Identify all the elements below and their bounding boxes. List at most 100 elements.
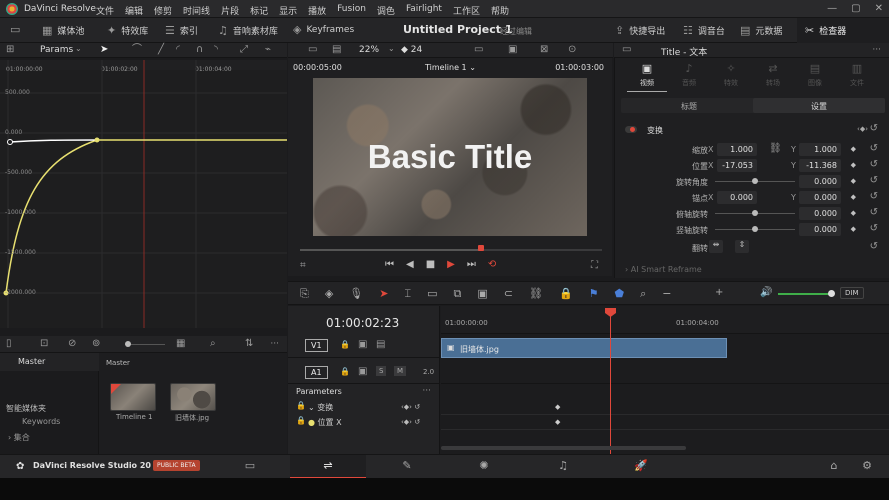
stop-icon[interactable]: ■	[426, 259, 435, 270]
keyframe-icon[interactable]: ◆	[851, 193, 856, 201]
marker-icon[interactable]: ⬟	[615, 287, 625, 301]
rotation-field[interactable]: 0.000	[799, 175, 841, 188]
effects-button[interactable]: ✦ 特效库	[107, 24, 148, 37]
zoom-out-icon[interactable]: −	[662, 287, 671, 301]
param-lane[interactable]: ◆	[441, 415, 889, 430]
maximize-icon[interactable]: ▢	[851, 3, 860, 14]
more-icon[interactable]: ⊙	[568, 45, 576, 55]
menu-item[interactable]: 标记	[250, 4, 268, 17]
search-icon[interactable]: ⌕	[210, 339, 216, 349]
overwrite-icon[interactable]: ▭	[427, 287, 437, 301]
fit-icon[interactable]: ⤢	[240, 45, 248, 55]
reset-icon[interactable]: ↺	[870, 223, 878, 234]
video-clip[interactable]: ▣ 旧墙体.jpg	[441, 338, 727, 358]
fusion-page-icon[interactable]: ✎	[400, 459, 414, 473]
collections-item[interactable]: › 集合	[8, 432, 30, 443]
keyframe-icon[interactable]: ◆	[851, 209, 856, 217]
reset-icon[interactable]: ↺	[870, 143, 878, 154]
mixer-button[interactable]: ☷ 调音台	[683, 24, 725, 37]
pitch-slider[interactable]	[715, 210, 795, 216]
reset-icon[interactable]: ↺	[870, 123, 878, 134]
inspector-tab[interactable]: ⇄ 转场	[753, 62, 793, 92]
options-icon[interactable]: ···	[422, 386, 431, 396]
ease-in-out-icon[interactable]: ∩	[196, 45, 203, 55]
go-to-end-icon[interactable]: ⏭	[467, 259, 476, 270]
zoom-y-field[interactable]: 1.000	[799, 143, 841, 156]
index-button[interactable]: ☰ 索引	[165, 24, 198, 37]
clip-thumbnail[interactable]	[170, 383, 216, 411]
keyframe-icon[interactable]: ◆	[851, 145, 856, 153]
section-toggle[interactable]	[625, 126, 637, 133]
menu-item[interactable]: 显示	[279, 4, 297, 17]
thumb-size-slider[interactable]	[125, 341, 165, 347]
filmstrip-icon[interactable]: ▤	[332, 45, 341, 55]
subtab-title[interactable]: 标题	[681, 101, 697, 112]
minimize-icon[interactable]: —	[827, 3, 837, 14]
param-row[interactable]: 🔒 ⌄ 变换 ‹◆› ↺	[288, 400, 440, 415]
replace-icon[interactable]: ⧉	[453, 287, 461, 301]
inspector-tab[interactable]: ▤ 图像	[795, 62, 835, 92]
keyframe-icon[interactable]: ◆	[851, 225, 856, 233]
reset-icon[interactable]: ↺	[870, 207, 878, 218]
loop-icon[interactable]: ⟲	[488, 259, 496, 270]
pointer-icon[interactable]: ➤	[100, 45, 108, 55]
link-icon[interactable]: ⛓	[769, 144, 782, 154]
timeline-playhead[interactable]	[605, 308, 616, 454]
smart-reframe-section[interactable]: › AI Smart Reframe	[625, 265, 702, 274]
keyframe-nav-icon[interactable]: ‹◆› ↺	[401, 403, 420, 411]
flip-horizontal-icon[interactable]: ⇹	[709, 240, 723, 253]
reset-icon[interactable]: ↺	[870, 241, 878, 252]
auto-select-icon[interactable]: ▣	[358, 367, 367, 377]
ease-icon[interactable]: ◜	[176, 45, 180, 55]
snap-icon[interactable]: ⊂	[504, 287, 513, 301]
keyframe-nav-icon[interactable]: ‹◆›	[857, 125, 868, 133]
timeline-selector[interactable]: Timeline 1 ⌄	[425, 63, 476, 72]
yaw-field[interactable]: 0.000	[799, 223, 841, 236]
settings-icon[interactable]: ⚙	[860, 459, 874, 473]
transform-section[interactable]: 变换 ‹◆› ↺	[615, 122, 889, 138]
volume-slider[interactable]	[778, 290, 835, 297]
keyframe-nav-icon[interactable]: ‹◆› ↺	[401, 418, 420, 426]
home-icon[interactable]: ⌂	[827, 459, 841, 473]
reset-icon[interactable]: ↺	[870, 159, 878, 170]
reset-icon[interactable]: ↺	[870, 191, 878, 202]
menu-item[interactable]: 帮助	[491, 4, 509, 17]
zoom-chevron-icon[interactable]: ⌄	[388, 45, 395, 53]
keywords-item[interactable]: Keywords	[22, 417, 60, 426]
flag-icon[interactable]: ⚑	[589, 287, 599, 301]
menu-item[interactable]: 编辑	[125, 4, 143, 17]
menu-item[interactable]: 调色	[377, 4, 395, 17]
menu-item[interactable]: Fairlight	[406, 4, 442, 17]
position-x-field[interactable]: -17.053	[717, 159, 757, 172]
grid-view-icon[interactable]: ▦	[176, 339, 185, 349]
linear-icon[interactable]: ╱	[158, 45, 164, 55]
selection-tool-icon[interactable]: ➤	[379, 287, 388, 301]
curve-icon[interactable]: ⌒	[132, 45, 142, 55]
mute-button[interactable]: M	[394, 366, 407, 376]
menu-item[interactable]: Fusion	[337, 4, 366, 17]
param-row[interactable]: 🔒 ● 位置 X ‹◆› ↺	[288, 415, 440, 430]
menu-item[interactable]: 文件	[96, 4, 114, 17]
layout-button[interactable]: ▭	[10, 24, 20, 35]
scrubber-handle[interactable]	[478, 245, 485, 251]
curve-editor[interactable]: 01:00:00:00 01:00:02:00 01:00:04:00 500.…	[0, 60, 287, 328]
options-icon[interactable]: ···	[270, 339, 279, 349]
yaw-slider[interactable]	[715, 226, 795, 232]
dim-button[interactable]: DIM	[840, 287, 864, 299]
keyframe-icon[interactable]: ◆	[851, 161, 856, 169]
link-icon[interactable]: ⛓	[529, 287, 543, 301]
media-page-icon[interactable]: ▭	[243, 459, 257, 473]
video-frame[interactable]: Basic Title	[313, 78, 587, 236]
play-reverse-icon[interactable]: ◀	[406, 259, 414, 270]
place-on-top-icon[interactable]: ▣	[477, 287, 487, 301]
play-icon[interactable]: ▶	[447, 259, 455, 270]
fairlight-page-icon[interactable]: ♫	[556, 459, 570, 473]
params-dropdown[interactable]: Params	[40, 45, 73, 55]
pitch-field[interactable]: 0.000	[799, 207, 841, 220]
zoom-x-field[interactable]: 1.000	[717, 143, 757, 156]
snap-icon[interactable]: ⌁	[265, 45, 271, 55]
volume-icon[interactable]: 🔊	[760, 287, 772, 298]
keyframe-marker[interactable]: ◆	[555, 418, 560, 426]
keyframe-point[interactable]	[94, 137, 100, 143]
audio-mic-icon[interactable]: 🎙	[349, 287, 363, 301]
